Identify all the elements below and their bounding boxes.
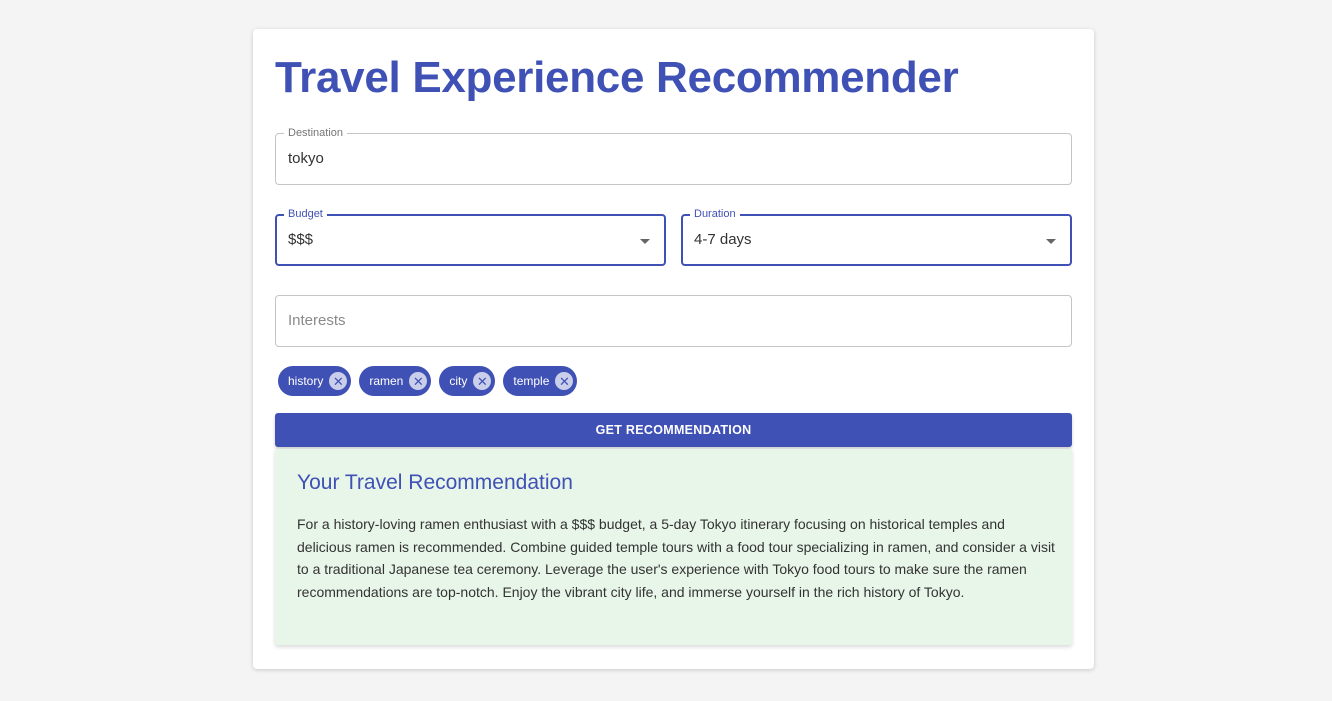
destination-field[interactable]: Destination tokyo xyxy=(275,127,1072,185)
chip-label: city xyxy=(449,374,468,388)
cancel-icon[interactable]: ✕ xyxy=(329,372,348,390)
interests-field[interactable]: Interests xyxy=(275,295,1072,347)
recommendation-heading: Your Travel Recommendation xyxy=(297,471,573,494)
page-title: Travel Experience Recommender xyxy=(275,53,959,102)
duration-label: Duration xyxy=(690,208,740,220)
chip-temple[interactable]: temple ✕ xyxy=(503,366,578,396)
destination-label: Destination xyxy=(284,127,348,139)
chip-ramen[interactable]: ramen ✕ xyxy=(359,366,432,396)
get-recommendation-button[interactable]: GET RECOMMENDATION xyxy=(275,413,1072,447)
cancel-icon[interactable]: ✕ xyxy=(473,372,492,390)
chip-label: ramen xyxy=(369,374,404,388)
main-card: Travel Experience Recommender Destinatio… xyxy=(253,29,1094,669)
cancel-icon[interactable]: ✕ xyxy=(409,372,428,390)
dropdown-arrow-icon[interactable] xyxy=(640,239,650,244)
interest-chips: history ✕ ramen ✕ city ✕ temple ✕ xyxy=(278,366,578,396)
duration-value: 4-7 days xyxy=(694,231,752,248)
destination-value: tokyo xyxy=(288,150,324,167)
cancel-icon[interactable]: ✕ xyxy=(555,372,574,390)
recommendation-panel: Your Travel Recommendation For a history… xyxy=(275,449,1072,645)
chip-label: temple xyxy=(513,374,550,388)
chip-history[interactable]: history ✕ xyxy=(278,366,352,396)
budget-select[interactable]: Budget $$$ xyxy=(275,208,666,266)
duration-select[interactable]: Duration 4-7 days xyxy=(681,208,1072,266)
budget-value: $$$ xyxy=(288,231,314,248)
budget-label: Budget xyxy=(284,208,327,220)
chip-city[interactable]: city ✕ xyxy=(439,366,496,396)
recommendation-text: For a history-loving ramen enthusiast wi… xyxy=(297,516,1055,600)
chip-label: history xyxy=(288,374,324,388)
dropdown-arrow-icon[interactable] xyxy=(1046,239,1056,244)
interests-placeholder: Interests xyxy=(288,312,346,329)
